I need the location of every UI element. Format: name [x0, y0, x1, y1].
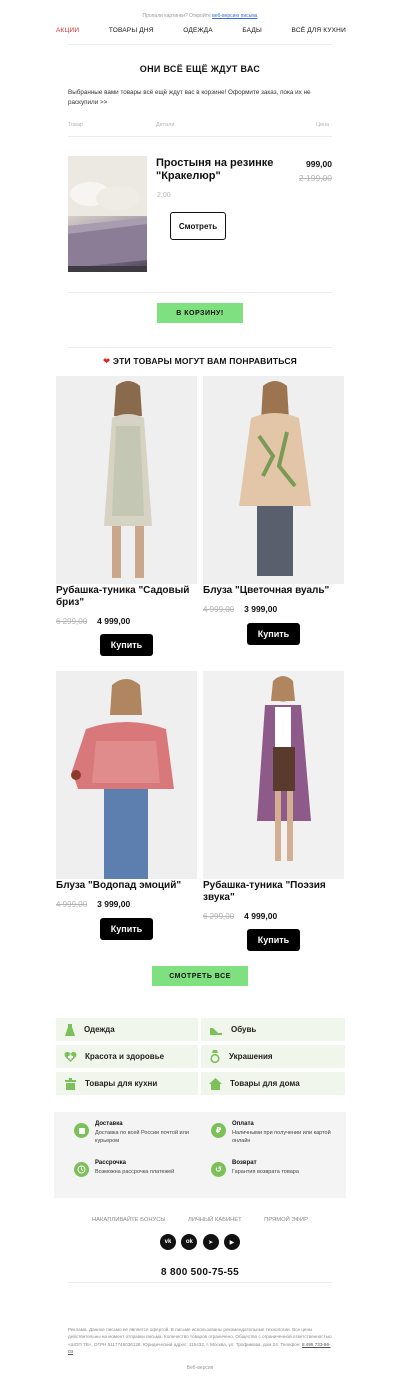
buy-button[interactable]: Купить — [247, 929, 300, 951]
divider — [68, 347, 332, 348]
vk-icon[interactable]: vk — [160, 1234, 176, 1250]
buy-button[interactable]: Купить — [100, 918, 153, 940]
preheader: Пропали картинки? Откройте веб-версию пи… — [142, 13, 258, 19]
product-card-prices: 6 299,00 4 999,00 — [203, 911, 277, 921]
support-phone[interactable]: 8 800 500-75-55 — [0, 1267, 400, 1278]
dress-icon — [65, 1023, 75, 1036]
cart-heading: ОНИ ВСЁ ЕЩЁ ЖДУТ ВАС — [139, 64, 261, 74]
box-icon — [74, 1123, 89, 1138]
see-all-button[interactable]: СМОТРЕТЬ ВСЕ — [152, 966, 248, 986]
house-icon — [209, 1077, 222, 1090]
divider — [68, 292, 332, 293]
ruble-icon: ₽ — [211, 1123, 226, 1138]
product-old-price: 2 199,00 — [298, 173, 332, 183]
old-price: 4 999,00 — [203, 605, 235, 614]
product-title[interactable]: Простыня на резинке "Кракелюр" — [156, 157, 286, 183]
nav-item-supplements[interactable]: БАДЫ — [242, 27, 262, 34]
return-icon: ↺ — [211, 1162, 226, 1177]
column-product: Товар — [68, 122, 83, 128]
column-details: Детали — [156, 122, 175, 128]
price: 4 999,00 — [244, 911, 278, 921]
web-version-footer-link[interactable]: Веб-версия — [0, 1365, 400, 1371]
footer-link-live[interactable]: ПРЯМОЙ ЭФИР — [264, 1217, 308, 1223]
recommend-heading: ❤ ЭТИ ТОВАРЫ МОГУТ ВАМ ПОНРАВИТЬСЯ — [103, 356, 297, 366]
nav-item-kitchen[interactable]: ВСЁ ДЛЯ КУХНИ — [292, 27, 346, 34]
pot-icon — [65, 1077, 76, 1090]
product-card-prices: 4 999,00 3 999,00 — [56, 899, 130, 909]
old-price: 6 299,00 — [203, 912, 235, 921]
footer-links: НАКАПЛИВАЙТЕ БОНУСЫ ЛИЧНЫЙ КАБИНЕТ ПРЯМО… — [68, 1217, 332, 1223]
footer-link-bonuses[interactable]: НАКАПЛИВАЙТЕ БОНУСЫ — [92, 1217, 166, 1223]
top-nav: АКЦИИ ТОВАРЫ ДНЯ ОДЕЖДА БАДЫ ВСЁ ДЛЯ КУХ… — [56, 27, 346, 34]
shoe-icon — [210, 1027, 222, 1035]
buy-button[interactable]: Купить — [247, 623, 300, 645]
legal-text: Реклама. Данное письмо не является оферт… — [68, 1327, 332, 1354]
product-card-image[interactable] — [56, 671, 197, 879]
old-price: 4 999,00 — [56, 900, 88, 909]
product-quantity: 2,00 — [157, 192, 171, 199]
heart-icon: ❤ — [103, 356, 111, 366]
product-card-prices: 4 999,00 3 999,00 — [203, 604, 277, 614]
price: 4 999,00 — [97, 616, 131, 626]
social-links: vk ok ➤ ▶ — [160, 1234, 240, 1250]
product-card-image[interactable] — [203, 376, 344, 584]
cart-intro[interactable]: Выбранные вами товары всё ещё ждут вас в… — [68, 88, 334, 108]
web-version-link[interactable]: веб-версию письма — [212, 13, 257, 19]
price: 3 999,00 — [97, 899, 131, 909]
odnoklassniki-icon[interactable]: ok — [181, 1234, 198, 1250]
nav-item-sales[interactable]: АКЦИИ — [56, 27, 79, 34]
footer-link-account[interactable]: ЛИЧНЫЙ КАБИНЕТ — [188, 1217, 242, 1223]
nav-item-products-of-day[interactable]: ТОВАРЫ ДНЯ — [109, 27, 154, 34]
go-to-cart-button[interactable]: В КОРЗИНУ! — [157, 303, 243, 323]
nav-item-clothing[interactable]: ОДЕЖДА — [183, 27, 213, 34]
product-card-prices: 6 299,00 4 999,00 — [56, 616, 130, 626]
divider — [68, 1282, 332, 1283]
info-installment: Рассрочка Возможна рассрочка платежей — [74, 1160, 194, 1177]
category-kitchen[interactable]: Товары для кухни — [56, 1072, 198, 1095]
product-card-title[interactable]: Рубашка-туника "Садовый бриз" — [56, 585, 204, 609]
product-card-title[interactable]: Рубашка-туника "Поэзия звука" — [203, 880, 351, 904]
category-home[interactable]: Товары для дома — [201, 1072, 345, 1095]
telegram-icon[interactable]: ➤ — [202, 1234, 219, 1250]
old-price: 6 299,00 — [56, 617, 88, 626]
heart-plus-icon — [64, 1051, 77, 1062]
view-product-button[interactable]: Смотреть — [170, 212, 226, 240]
ring-icon — [210, 1050, 220, 1063]
product-card-title[interactable]: Блуза "Водопад эмоций" — [56, 880, 204, 892]
category-jewelry[interactable]: Украшения — [201, 1045, 345, 1068]
info-payment: ₽ Оплата Наличными при получении или карт… — [211, 1121, 331, 1145]
info-delivery: Доставка Доставка по всей России почтой и… — [74, 1121, 194, 1145]
price: 3 999,00 — [244, 604, 278, 614]
clock-icon — [74, 1162, 89, 1177]
product-price: 999,00 — [306, 159, 332, 169]
category-shoes[interactable]: Обувь — [201, 1018, 345, 1041]
buy-button[interactable]: Купить — [100, 634, 153, 656]
divider — [68, 44, 332, 45]
product-card-image[interactable] — [56, 376, 197, 584]
divider — [68, 136, 332, 137]
product-image[interactable] — [68, 156, 147, 272]
category-clothing[interactable]: Одежда — [56, 1018, 198, 1041]
info-return: ↺ Возврат Гарантия возврата товара — [211, 1160, 331, 1177]
column-price: Цена — [316, 122, 330, 128]
product-card-title[interactable]: Блуза "Цветочная вуаль" — [203, 585, 351, 597]
youtube-icon[interactable]: ▶ — [223, 1234, 240, 1250]
category-beauty-health[interactable]: Красота и здоровье — [56, 1045, 198, 1068]
product-card-image[interactable] — [203, 671, 344, 879]
